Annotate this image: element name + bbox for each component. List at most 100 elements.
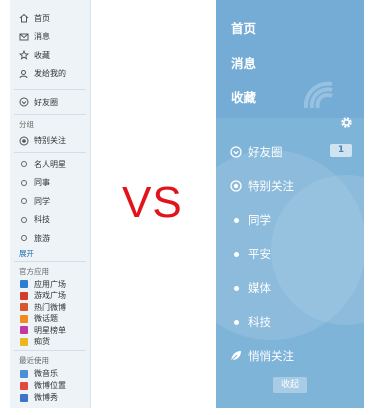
left-app-item[interactable]: 明星榜单 <box>10 325 90 337</box>
wifi-decor-icon <box>303 81 333 109</box>
right-nav-favorites[interactable]: 收藏 <box>231 87 256 106</box>
star-icon <box>19 50 29 61</box>
bullet-icon <box>230 248 242 260</box>
left-app-item[interactable]: 微话题 <box>10 313 90 325</box>
left-app-label: 热门微博 <box>34 302 66 312</box>
divider <box>14 260 86 262</box>
versus-text: VS <box>122 178 183 227</box>
right-nav-messages[interactable]: 消息 <box>231 53 256 72</box>
left-group-label: 同学 <box>34 196 50 206</box>
right-nav-quiet-follow[interactable]: 悄悄关注 <box>230 348 294 364</box>
right-group-item[interactable]: 同学 <box>230 212 271 228</box>
message-icon <box>19 32 29 42</box>
left-app-label: 明星榜单 <box>34 325 66 335</box>
game-square-icon <box>19 291 29 301</box>
left-group-item[interactable]: 同事 <box>10 174 90 193</box>
right-group-label: 科技 <box>248 315 271 329</box>
right-nav-special-follow-label: 特别关注 <box>248 179 294 193</box>
right-group-item[interactable]: 媒体 <box>230 280 271 296</box>
weibo-show-square-icon <box>19 393 29 403</box>
left-recent-item[interactable]: 微博位置 <box>10 380 90 392</box>
old-sidebar: 首页 消息 收藏 发给我的 好友圈 分组 特别关注 名人明星 同事 同学 科技 … <box>10 0 91 408</box>
left-app-label: 微话题 <box>34 314 58 324</box>
left-group-label: 名人明星 <box>34 159 66 169</box>
circle-bullet-icon <box>19 178 29 188</box>
left-group-label: 科技 <box>34 215 50 225</box>
left-nav-home[interactable]: 首页 <box>10 9 90 28</box>
left-group-label: 旅游 <box>34 233 50 243</box>
left-recent-item[interactable]: 微音乐 <box>10 368 90 380</box>
left-recent-label: 微博秀 <box>34 393 58 402</box>
music-square-icon <box>19 369 29 379</box>
circle-bullet-icon <box>19 159 29 169</box>
left-app-item[interactable]: 热门微博 <box>10 302 90 314</box>
special-follow-icon <box>19 136 29 146</box>
left-group-item[interactable]: 旅游 <box>10 229 90 248</box>
bullet-icon <box>230 282 242 294</box>
left-group-item[interactable]: 同学 <box>10 192 90 211</box>
right-nav-home[interactable]: 首页 <box>231 18 256 37</box>
recent-heading: 最近使用 <box>19 355 49 365</box>
left-nav-messages[interactable]: 消息 <box>10 28 90 47</box>
gear-icon[interactable] <box>340 116 353 129</box>
left-nav-messages-label: 消息 <box>34 32 50 42</box>
groups-expand-link[interactable]: 展开 <box>10 248 90 259</box>
left-recent-label: 微博位置 <box>34 381 66 390</box>
location-square-icon <box>19 381 29 391</box>
collapse-button[interactable]: 收起 <box>273 377 307 393</box>
right-nav-quiet-follow-label: 悄悄关注 <box>248 349 294 363</box>
right-nav-friends-circle[interactable]: 好友圈 <box>230 144 283 160</box>
left-app-label: 应用广场 <box>34 279 66 289</box>
star-list-square-icon <box>19 325 29 335</box>
left-app-item[interactable]: 应用广场 <box>10 279 90 291</box>
circle-bullet-icon <box>19 233 29 243</box>
left-app-item[interactable]: 游戏广场 <box>10 290 90 302</box>
foodie-square-icon <box>19 337 29 347</box>
app-square-icon <box>19 279 29 289</box>
left-nav-special-follow-label: 特别关注 <box>34 136 66 146</box>
right-group-label: 同学 <box>248 213 271 227</box>
right-group-item[interactable]: 平安 <box>230 246 271 262</box>
right-nav-friends-circle-label: 好友圈 <box>248 145 283 159</box>
friends-circle-icon <box>19 97 29 107</box>
left-group-item[interactable]: 名人明星 <box>10 155 90 174</box>
left-recent-item[interactable]: 微博秀 <box>10 392 90 404</box>
left-app-label: 游戏广场 <box>34 291 66 301</box>
right-group-label: 媒体 <box>248 281 271 295</box>
special-follow-icon <box>230 180 242 192</box>
bullet-icon <box>230 214 242 226</box>
left-group-item[interactable]: 科技 <box>10 211 90 230</box>
hot-square-icon <box>19 302 29 312</box>
user-sent-icon <box>19 69 29 79</box>
left-nav-favorites-label: 收藏 <box>34 50 50 60</box>
divider <box>14 113 86 115</box>
left-group-label: 同事 <box>34 178 50 188</box>
divider <box>14 152 86 153</box>
topic-square-icon <box>19 314 29 324</box>
bullet-icon <box>230 316 242 328</box>
friends-circle-icon <box>230 146 242 158</box>
circle-bullet-icon <box>19 196 29 206</box>
right-nav-special-follow[interactable]: 特别关注 <box>230 178 294 194</box>
divider <box>14 349 86 351</box>
group-heading: 分组 <box>19 119 34 129</box>
left-nav-home-label: 首页 <box>34 13 50 23</box>
left-nav-friends-circle[interactable]: 好友圈 <box>10 93 90 112</box>
right-group-label: 平安 <box>248 247 271 261</box>
new-sidebar: 首页 消息 收藏 好友圈 1 特别关注 同学 平安 媒体 科技 悄悄关注 收起 <box>216 0 364 408</box>
left-nav-friends-circle-label: 好友圈 <box>34 97 58 107</box>
leaf-icon <box>230 350 242 362</box>
divider <box>14 89 86 90</box>
circle-bullet-icon <box>19 215 29 225</box>
left-app-item[interactable]: 痴货 <box>10 336 90 348</box>
home-icon <box>19 13 29 23</box>
left-nav-sent-to-me-label: 发给我的 <box>34 69 66 79</box>
left-nav-sent-to-me[interactable]: 发给我的 <box>10 65 90 84</box>
right-group-item[interactable]: 科技 <box>230 314 271 330</box>
apps-heading: 官方应用 <box>19 266 49 276</box>
left-nav-special-follow[interactable]: 特别关注 <box>10 132 90 151</box>
left-nav-favorites[interactable]: 收藏 <box>10 46 90 65</box>
unread-count-badge: 1 <box>330 144 352 157</box>
left-recent-label: 微音乐 <box>34 369 58 378</box>
left-app-label: 痴货 <box>34 337 50 347</box>
